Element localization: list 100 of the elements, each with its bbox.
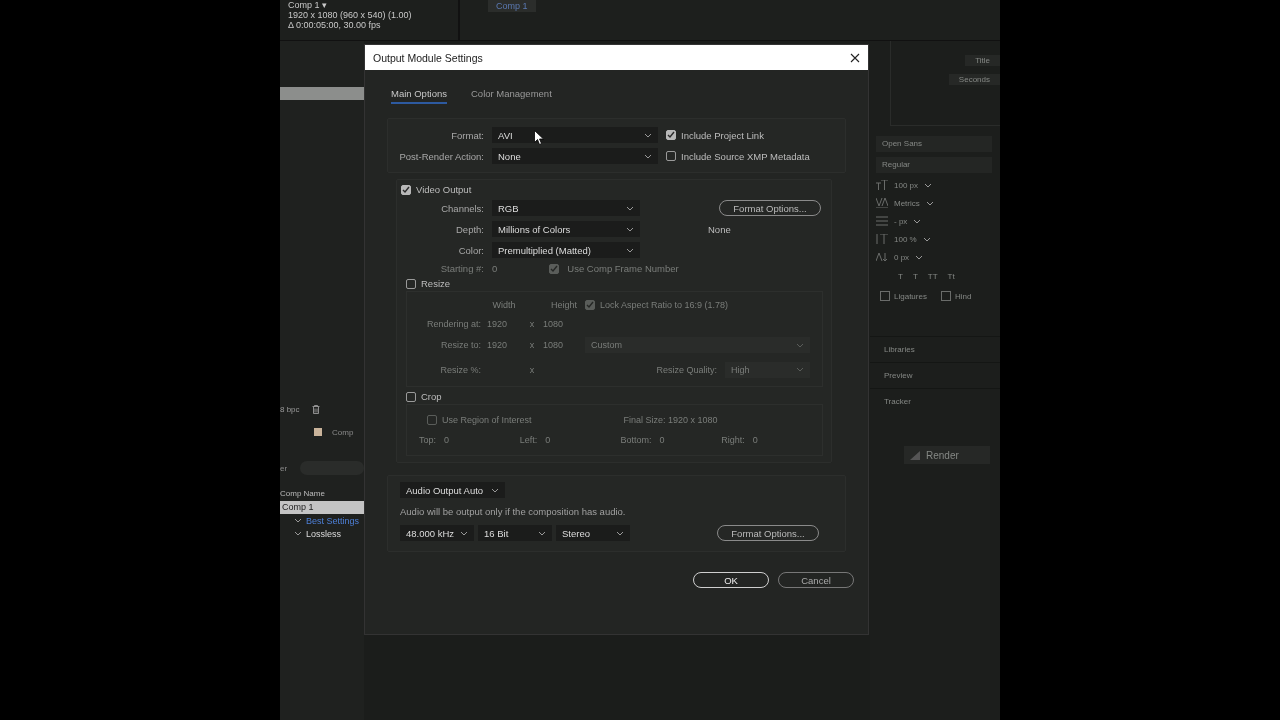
width-field[interactable]: 1920 (487, 340, 521, 351)
comp-duration: Δ 0:00:05:00, 30.00 fps (288, 20, 382, 30)
comp-size: 1920 x 1080 (960 x 540) (1.00) (288, 10, 413, 20)
graphics-field[interactable]: Title (965, 55, 1000, 66)
checkbox-label: Use Region of Interest (442, 415, 532, 425)
setting-dropdown[interactable]: Premultiplied (Matted) (492, 242, 640, 258)
chevron-icon (913, 218, 922, 224)
font-field[interactable]: Open Sans (876, 136, 992, 152)
chevron-icon (924, 182, 933, 188)
search-label: er (280, 463, 289, 473)
post-render-dropdown[interactable]: None (492, 148, 658, 164)
field-label: Resize Quality: (656, 364, 717, 375)
chevron-icon (915, 254, 924, 260)
font-style-field[interactable]: Regular (876, 157, 992, 173)
checkbox[interactable] (940, 291, 951, 301)
chevron-icon (626, 205, 634, 211)
vertical-scale-icon (876, 234, 888, 244)
checkbox[interactable] (406, 278, 416, 289)
checkbox[interactable] (401, 184, 411, 195)
checkbox[interactable] (585, 300, 595, 311)
checkbox[interactable] (880, 291, 890, 301)
text-style-toggle[interactable]: T (898, 271, 903, 281)
audio-output-dropdown[interactable]: Audio Output Auto (400, 482, 505, 498)
checkbox-label: Use Comp Frame Number (567, 263, 679, 274)
separator-text: x (528, 364, 536, 375)
chevron-icon (644, 153, 652, 159)
column-header: Comp Name (280, 489, 326, 500)
chevron-icon (538, 530, 546, 536)
chevron-icon (644, 132, 652, 138)
checkbox-label: Lock Aspect Ratio to 16:9 (1.78) (600, 300, 729, 311)
leading-value[interactable]: - px (894, 216, 908, 226)
format-summary: None (707, 223, 732, 235)
width-value: 1920 (487, 318, 509, 329)
comp-name: Comp 1 ▾ (288, 0, 328, 10)
chevron-icon (460, 530, 468, 536)
format-label: Format: (450, 129, 484, 141)
render-queue-item[interactable]: Comp 1 (280, 501, 364, 514)
baseline-shift-icon (876, 252, 888, 262)
chevron-icon (796, 342, 804, 348)
window-title: Output Module Settings (373, 51, 483, 64)
kerning-value[interactable]: Metrics (894, 198, 920, 208)
column-header: Height (550, 300, 578, 311)
separator-text: x (528, 340, 536, 351)
checkbox-label: Resize (421, 278, 451, 289)
field-label: Bottom: (620, 435, 652, 445)
setting-dropdown[interactable]: Millions of Colors (492, 221, 640, 237)
audio-channels-dropdown[interactable]: Stereo (556, 525, 630, 541)
column-header: Width (491, 300, 517, 311)
tab[interactable]: Color Management (471, 88, 552, 104)
text-style-toggle[interactable]: T (912, 271, 918, 281)
viewer-tab[interactable]: Comp 1 (488, 0, 536, 12)
crop-value[interactable]: 0 (444, 435, 450, 445)
panel-header[interactable]: Tracker (870, 388, 1000, 414)
graphics-field[interactable]: Seconds (948, 74, 1000, 85)
baseline-value[interactable]: 0 px (894, 252, 910, 262)
close-icon[interactable] (850, 52, 860, 63)
checkbox[interactable] (666, 151, 676, 161)
sample-rate-dropdown[interactable]: 48.000 kHz (400, 525, 474, 541)
panel-header[interactable]: Libraries (870, 336, 1000, 362)
starting-number-label: Starting #: (439, 263, 484, 274)
checkbox[interactable] (406, 391, 416, 402)
crop-value[interactable]: 0 (659, 435, 665, 445)
format-dropdown[interactable]: AVI (492, 127, 658, 143)
color-swatch (314, 428, 322, 436)
font-size-value[interactable]: 100 px (894, 180, 919, 190)
setting-dropdown[interactable]: RGB (492, 200, 640, 216)
bit-depth[interactable]: 8 bpc (280, 404, 300, 414)
separator-text: x (528, 318, 536, 329)
chevron-icon (626, 247, 634, 253)
bit-depth-dropdown[interactable]: 16 Bit (478, 525, 552, 541)
preset-dropdown[interactable]: Custom (585, 337, 810, 354)
tab[interactable]: Main Options (391, 88, 447, 104)
field-label: Color: (457, 244, 484, 256)
project-item[interactable]: Comp (332, 427, 354, 437)
checkbox[interactable] (666, 130, 676, 140)
trash-icon[interactable] (311, 404, 320, 414)
checkbox-label: Ligatures (894, 291, 927, 301)
checkbox-label: Video Output (416, 184, 472, 195)
crop-value[interactable]: 0 (545, 435, 551, 445)
text-style-toggle[interactable]: TT (927, 271, 938, 281)
field-label: Resize to: (439, 340, 482, 351)
quality-dropdown[interactable]: High (725, 361, 810, 378)
field-label: Right: (721, 435, 745, 445)
scale-value[interactable]: 100 % (894, 234, 917, 244)
text-style-toggle[interactable]: Tt (947, 271, 955, 281)
mouse-pointer-icon (534, 130, 544, 145)
panel-header[interactable]: Preview (870, 362, 1000, 388)
output-module-link[interactable]: Lossless (306, 528, 341, 539)
checkbox[interactable] (427, 415, 437, 425)
checkbox-label: Include Source XMP Metadata (681, 150, 810, 162)
final-size-text: Final Size: 1920 x 1080 (623, 415, 718, 425)
render-button[interactable]: Render (904, 446, 990, 464)
chevron-icon (626, 226, 634, 232)
field-label: Top: (419, 435, 436, 445)
render-settings-link[interactable]: Best Settings (306, 515, 360, 526)
chevron-icon (616, 530, 624, 536)
field-label: Depth: (455, 223, 484, 235)
height-field[interactable]: 1080 (543, 340, 585, 351)
crop-value[interactable]: 0 (752, 435, 758, 445)
checkbox-label: Hind (954, 291, 972, 301)
